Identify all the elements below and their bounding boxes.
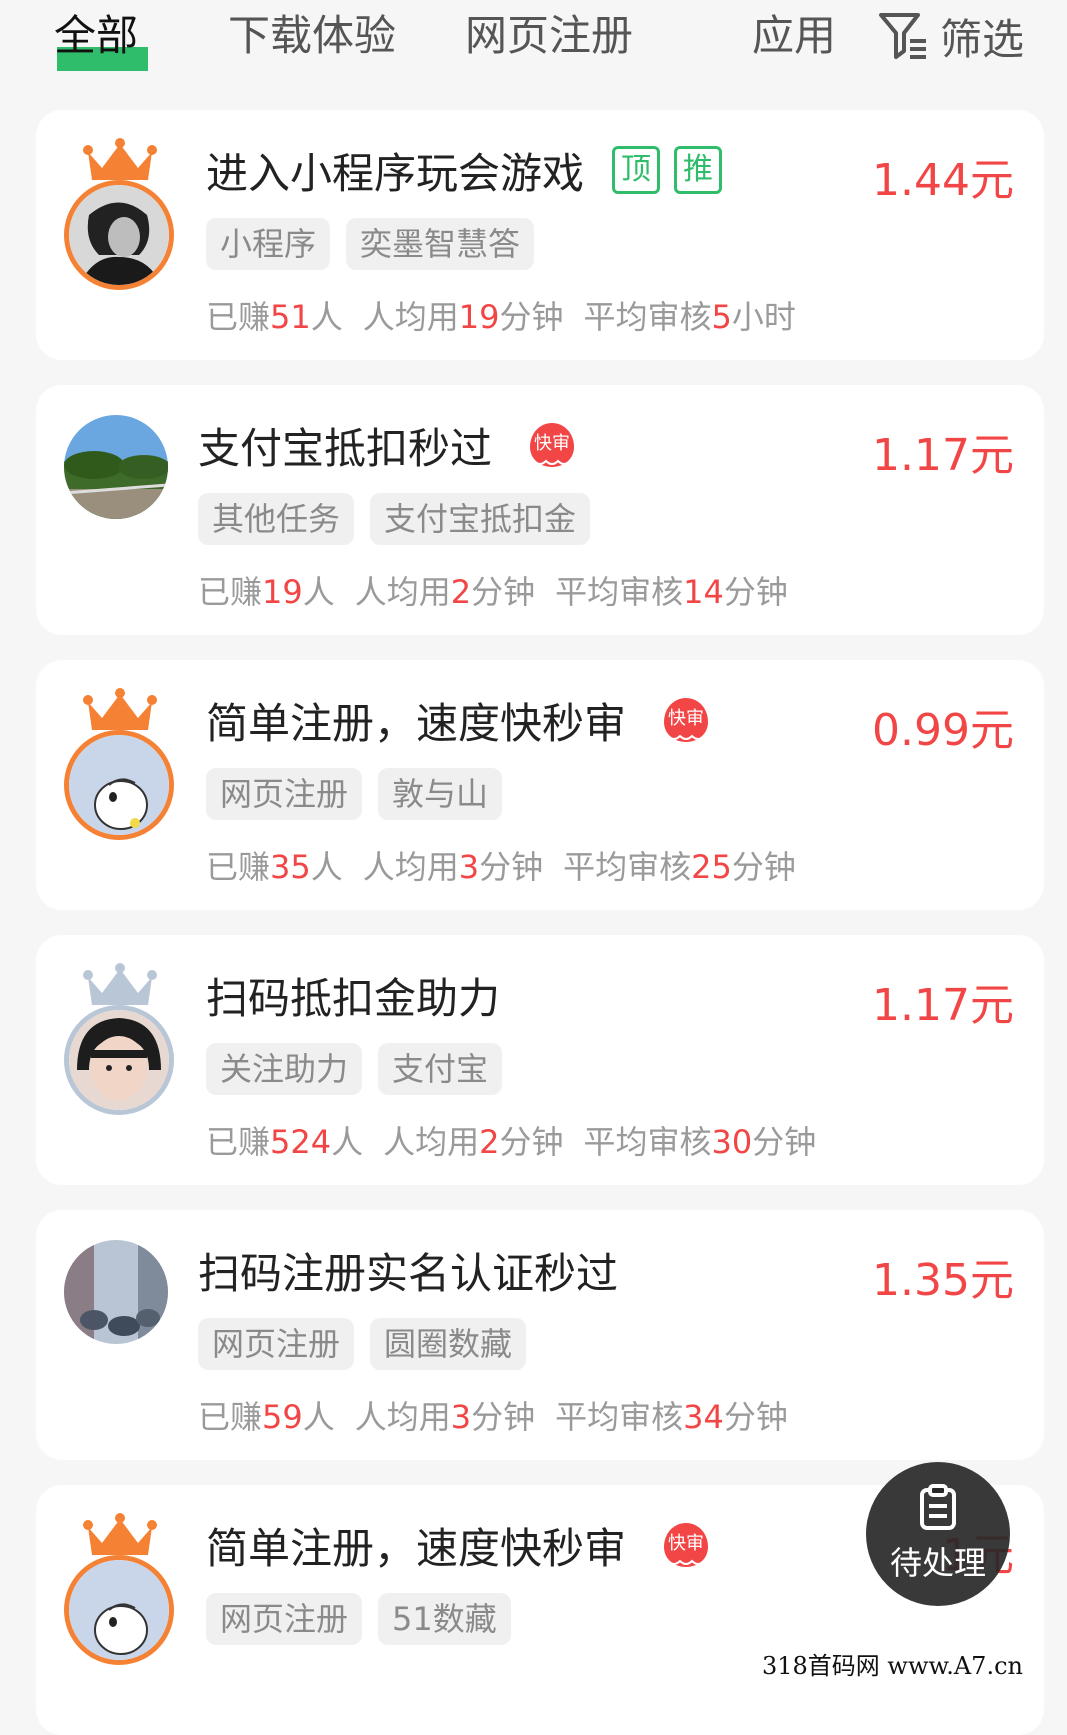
task-price: 1.17元 (872, 430, 1014, 481)
task-stats: 已赚51人 人均用19分钟 平均审核5小时 (206, 298, 796, 336)
avatar (64, 1513, 184, 1673)
avatar (64, 413, 184, 573)
avatar (64, 1238, 184, 1398)
crown-icon (82, 1513, 158, 1559)
task-card[interactable]: 简单注册，速度快秒审 快审 0.99元 网页注册 敦与山 已赚35人 人均用3分钟… (36, 660, 1044, 910)
task-tag: 支付宝抵扣金 (370, 493, 591, 545)
task-tag: 其他任务 (198, 493, 355, 545)
task-title: 扫码注册实名认证秒过 (198, 1248, 619, 1298)
avatar (64, 138, 184, 298)
task-title: 支付宝抵扣秒过 (198, 423, 493, 473)
task-title: 扫码抵扣金助力 (206, 973, 501, 1023)
fast-review-badge: 快审 (662, 696, 710, 744)
fast-review-badge: 快审 (662, 1521, 710, 1569)
category-tab-bar: 全部 下载体验 网页注册 应用 筛选 (0, 0, 1067, 80)
task-card[interactable]: 支付宝抵扣秒过 快审 1.17元 其他任务 支付宝抵扣金 已赚19人 人均用2分钟… (36, 385, 1044, 635)
tab-app-clip: 应用 (752, 6, 832, 66)
task-price: 0.99元 (872, 705, 1014, 756)
task-tag: 网页注册 (198, 1318, 355, 1370)
crown-icon (82, 138, 158, 184)
task-tags: 网页注册 圆圈数藏 (198, 1318, 527, 1370)
avatar-image (64, 415, 168, 519)
avatar-image (64, 730, 174, 840)
crown-icon (82, 963, 158, 1009)
watermark: 318首码网 www.A7.cn (762, 1652, 1023, 1680)
task-tag: 小程序 (206, 218, 331, 270)
task-tag: 奕墨智慧答 (346, 218, 535, 270)
fast-review-badge: 快审 (528, 421, 576, 469)
tab-all[interactable]: 全部 (54, 6, 138, 66)
crown-icon (82, 688, 158, 734)
task-tag: 支付宝 (378, 1043, 503, 1095)
top-badge: 顶 (612, 146, 661, 194)
filter-icon (879, 13, 926, 59)
tab-download[interactable]: 下载体验 (228, 6, 396, 66)
pending-label: 待处理 (889, 1544, 986, 1582)
avatar (64, 688, 184, 848)
task-stats: 已赚524人 人均用2分钟 平均审核30分钟 (206, 1123, 817, 1161)
avatar-image (64, 1005, 174, 1115)
task-tag: 51数藏 (378, 1593, 511, 1645)
task-stats: 已赚35人 人均用3分钟 平均审核25分钟 (206, 848, 796, 886)
clipboard-icon (920, 1484, 956, 1530)
task-tag: 圆圈数藏 (370, 1318, 527, 1370)
task-tag: 网页注册 (206, 768, 363, 820)
pending-tasks-button[interactable]: 待处理 (866, 1462, 1010, 1606)
avatar-image (64, 1240, 168, 1344)
avatar-image (64, 1555, 174, 1665)
task-tag: 网页注册 (206, 1593, 363, 1645)
avatar-image (64, 180, 174, 290)
task-tag: 关注助力 (206, 1043, 363, 1095)
task-stats: 已赚19人 人均用2分钟 平均审核14分钟 (198, 573, 788, 611)
recommend-badge: 推 (674, 146, 723, 194)
task-price: 1.35元 (872, 1255, 1014, 1306)
task-stats: 已赚59人 人均用3分钟 平均审核34分钟 (198, 1398, 788, 1436)
task-title: 简单注册，速度快秒审 (206, 698, 627, 748)
filter-label: 筛选 (940, 14, 1025, 64)
tab-web-register[interactable]: 网页注册 (465, 6, 633, 66)
task-tags: 小程序 奕墨智慧答 (206, 218, 535, 270)
task-tags: 关注助力 支付宝 (206, 1043, 503, 1095)
task-tags: 网页注册 敦与山 (206, 768, 503, 820)
avatar (64, 963, 184, 1123)
task-card[interactable]: 扫码抵扣金助力 1.17元 关注助力 支付宝 已赚524人 人均用2分钟 平均审核3… (36, 935, 1044, 1185)
filter-button[interactable]: 筛选 (878, 6, 1024, 66)
task-tag: 敦与山 (378, 768, 503, 820)
task-card[interactable]: 进入小程序玩会游戏 顶 推 1.44元 小程序 奕墨智慧答 已赚51人 人均用19… (36, 110, 1044, 360)
task-title: 进入小程序玩会游戏 (206, 148, 585, 198)
task-card[interactable]: 扫码注册实名认证秒过 1.35元 网页注册 圆圈数藏 已赚59人 人均用3分钟 平均… (36, 1210, 1044, 1460)
tab-app[interactable]: 应用 (752, 6, 832, 66)
task-price: 1.44元 (872, 155, 1014, 206)
task-title: 简单注册，速度快秒审 (206, 1523, 627, 1573)
task-tags: 其他任务 支付宝抵扣金 (198, 493, 591, 545)
task-price: 1.17元 (872, 980, 1014, 1031)
task-tags: 网页注册 51数藏 (206, 1593, 511, 1645)
